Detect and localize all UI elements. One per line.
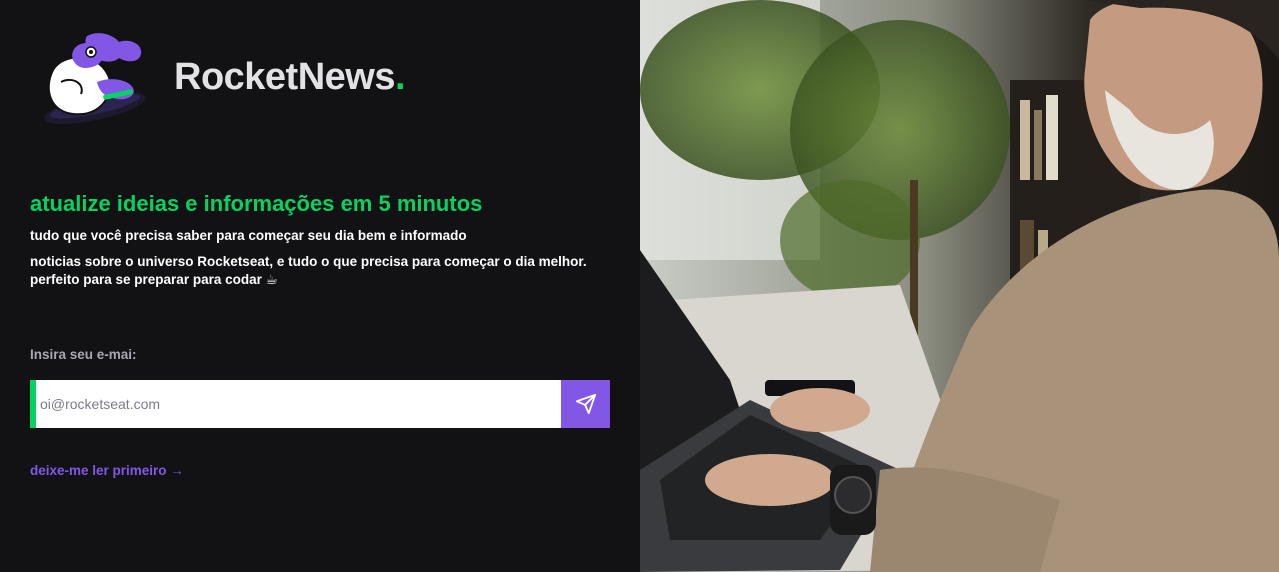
email-label: Insira seu e-mai: [30, 347, 137, 362]
hero-photo [640, 0, 1279, 572]
brand-title: RocketNews. [174, 56, 406, 99]
subscribe-form [30, 380, 610, 428]
send-icon [575, 393, 596, 415]
email-input[interactable] [36, 380, 561, 428]
brand-dot: . [394, 56, 406, 98]
send-button[interactable] [561, 380, 610, 428]
brand-name: RocketNews [174, 56, 395, 98]
astronaut-logo-icon [44, 33, 146, 124]
hero-description: noticias sobre o universo Rocketseat, e … [30, 254, 587, 287]
man-typing-laptop-image [640, 0, 1279, 572]
hero-headline: atualize ideias e informações em 5 minut… [30, 191, 483, 216]
signup-panel: RocketNews. atualize ideias e informaçõe… [0, 0, 640, 572]
landing-page: RocketNews. atualize ideias e informaçõe… [0, 0, 1279, 572]
hero-subtitle: tudo que você precisa saber para começar… [30, 228, 467, 243]
read-first-link[interactable]: deixe-me ler primeiro → [30, 463, 184, 478]
